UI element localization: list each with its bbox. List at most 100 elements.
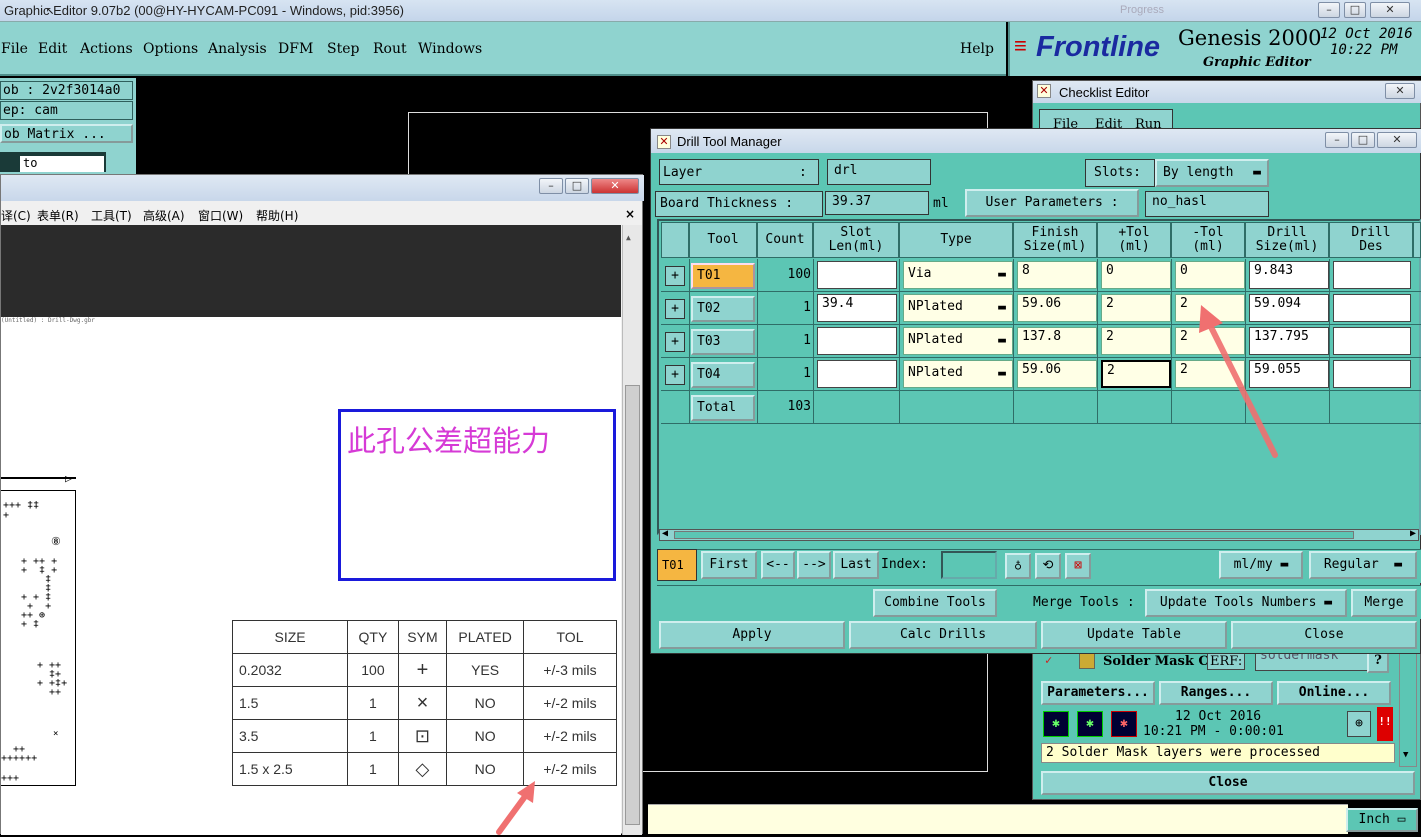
combine-tools-button[interactable]: Combine Tools <box>873 589 997 617</box>
update-table-button[interactable]: Update Table <box>1041 621 1227 649</box>
job-matrix-button[interactable]: ob Matrix ... <box>0 124 133 143</box>
drill-des-input[interactable] <box>1333 294 1411 322</box>
cn-menu-2[interactable]: 工具(T) <box>91 207 132 224</box>
run-all-icon[interactable]: ✱ <box>1077 711 1103 737</box>
tool-cell[interactable]: T03 <box>691 329 755 355</box>
finish-size-input[interactable]: 59.06 <box>1017 294 1097 322</box>
finish-size-input[interactable]: 8 <box>1017 261 1097 289</box>
menu-windows[interactable]: Windows <box>418 41 482 57</box>
drill-des-input[interactable] <box>1333 327 1411 355</box>
row-select-icon[interactable]: + <box>665 332 685 352</box>
cn-menu-3[interactable]: 高级(A) <box>143 207 185 224</box>
run-icon[interactable]: ✱ <box>1043 711 1069 737</box>
thickness-field[interactable]: 39.37 <box>825 191 929 215</box>
merge-button[interactable]: Merge <box>1351 589 1417 617</box>
slots-dropdown[interactable]: By length ▬ <box>1155 159 1269 187</box>
menu-options[interactable]: Options <box>143 41 198 57</box>
user-parameters-field[interactable]: no_hasl <box>1145 191 1269 217</box>
row-select-icon[interactable]: + <box>665 299 685 319</box>
type-dropdown[interactable]: NPlated ▬ <box>903 327 1013 355</box>
close-button[interactable]: ✕ <box>1370 2 1410 18</box>
delete-icon[interactable]: ⊠ <box>1065 553 1091 579</box>
update-tools-numbers-dropdown[interactable]: Update Tools Numbers ▬ <box>1145 589 1347 617</box>
cn-menu-0[interactable]: 译(C) <box>1 207 31 224</box>
menu-analysis[interactable]: Analysis <box>208 41 267 57</box>
viewer-close-button[interactable]: ✕ <box>591 178 639 194</box>
mode-dropdown[interactable]: Regular ▬ <box>1309 551 1417 579</box>
type-dropdown[interactable]: Via ▬ <box>903 261 1013 289</box>
minus-tol-input[interactable]: 0 <box>1175 261 1245 289</box>
row-select-icon[interactable]: + <box>665 365 685 385</box>
dtm-close-icon[interactable]: ✕ <box>1377 132 1417 148</box>
index-field[interactable] <box>941 551 997 579</box>
tool-cell[interactable]: T04 <box>691 362 755 388</box>
ranges-button[interactable]: Ranges... <box>1159 681 1273 705</box>
cn-close-icon[interactable]: × <box>625 207 635 221</box>
table-hscrollbar[interactable]: ◀ ▶ <box>659 528 1419 541</box>
calc-drills-button[interactable]: Calc Drills <box>849 621 1037 649</box>
dtm-maximize-button[interactable]: □ <box>1351 132 1375 148</box>
dtm-minimize-button[interactable]: – <box>1325 132 1349 148</box>
cn-menu-1[interactable]: 表单(R) <box>37 207 79 224</box>
slot-len-input[interactable] <box>817 327 897 355</box>
plus-tol-input[interactable]: 2 <box>1101 360 1171 388</box>
finish-size-input[interactable]: 137.8 <box>1017 327 1097 355</box>
checklist-scrollbar[interactable]: ▼ <box>1399 641 1417 767</box>
maximize-button[interactable]: □ <box>1344 2 1366 18</box>
units-selector[interactable]: Inch ▭ <box>1346 808 1418 832</box>
tool-cell[interactable]: T01 <box>691 263 755 289</box>
row-select-icon[interactable]: + <box>665 266 685 286</box>
minimize-button[interactable]: – <box>1318 2 1340 18</box>
apply-button[interactable]: Apply <box>659 621 845 649</box>
stop-icon[interactable]: ✱ <box>1111 711 1137 737</box>
finish-size-input[interactable]: 59.06 <box>1017 360 1097 388</box>
plus-tol-input[interactable]: 0 <box>1101 261 1171 289</box>
viewer-maximize-button[interactable]: □ <box>565 178 589 194</box>
viewer-scrollbar[interactable]: ▲ <box>622 225 642 835</box>
cn-menu-4[interactable]: 窗口(W) <box>198 207 243 224</box>
plus-tol-input[interactable]: 2 <box>1101 327 1171 355</box>
menu-file[interactable]: File <box>1 41 28 57</box>
last-button[interactable]: Last <box>833 551 879 579</box>
checklist-item-label[interactable]: Solder Mask Ch <box>1103 654 1218 669</box>
plus-tol-input[interactable]: 2 <box>1101 294 1171 322</box>
to-field[interactable]: to <box>20 156 104 172</box>
locate-icon[interactable]: ♁ <box>1005 553 1031 579</box>
type-dropdown[interactable]: NPlated ▬ <box>903 294 1013 322</box>
menu-rout[interactable]: Rout <box>373 41 407 57</box>
dtm-close-button[interactable]: Close <box>1231 621 1417 649</box>
cn-menu-5[interactable]: 帮助(H) <box>256 207 298 224</box>
checklist-close-bottom-button[interactable]: Close <box>1041 771 1415 795</box>
drill-size-input[interactable]: 9.843 <box>1249 261 1329 289</box>
unit-dropdown[interactable]: ml/my ▬ <box>1219 551 1303 579</box>
table-row: + T03 1 NPlated ▬ 137.8 2 2 137.795 <box>661 325 1421 358</box>
menu-actions[interactable]: Actions <box>80 41 133 57</box>
dropdown-icon: ▬ <box>998 366 1006 381</box>
help-button[interactable]: ? <box>1367 651 1389 673</box>
layer-field[interactable]: drl <box>827 159 931 185</box>
slot-len-input[interactable] <box>817 360 897 388</box>
zoom-icon[interactable]: ⊕ <box>1347 711 1371 737</box>
checklist-close-button[interactable]: ✕ <box>1385 83 1415 99</box>
type-dropdown[interactable]: NPlated ▬ <box>903 360 1013 388</box>
menu-step[interactable]: Step <box>327 41 359 57</box>
brand-date: 12 Oct 2016 <box>1320 26 1413 42</box>
menu-dfm[interactable]: DFM <box>278 41 313 57</box>
user-parameters-button[interactable]: User Parameters : <box>965 189 1139 217</box>
slots-value: By length <box>1163 165 1234 180</box>
next-button[interactable]: --> <box>797 551 831 579</box>
drill-des-input[interactable] <box>1333 261 1411 289</box>
checklist-item-checkbox-icon[interactable]: ✓ <box>1045 653 1052 667</box>
online-button[interactable]: Online... <box>1277 681 1391 705</box>
drill-des-input[interactable] <box>1333 360 1411 388</box>
menu-help[interactable]: Help <box>960 41 994 57</box>
slot-len-input[interactable] <box>817 261 897 289</box>
prev-button[interactable]: <-- <box>761 551 795 579</box>
tool-cell[interactable]: T02 <box>691 296 755 322</box>
refresh-icon[interactable]: ⟲ <box>1035 553 1061 579</box>
slot-len-input[interactable]: 39.4 <box>817 294 897 322</box>
first-button[interactable]: First <box>701 551 757 579</box>
parameters-button[interactable]: Parameters... <box>1041 681 1155 705</box>
viewer-minimize-button[interactable]: – <box>539 178 563 194</box>
menu-edit[interactable]: Edit <box>38 41 67 57</box>
